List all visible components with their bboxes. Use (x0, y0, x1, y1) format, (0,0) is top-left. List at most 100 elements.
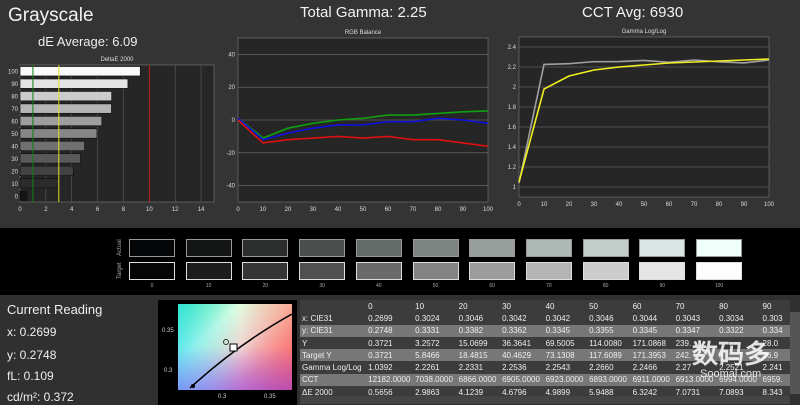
table-cell: 40.4629 (502, 350, 532, 360)
y-tick-label: 20 (228, 85, 235, 91)
table-cell: 0.3044 (632, 313, 658, 323)
table-cell: 3.2572 (415, 338, 440, 348)
column-header: 40 (545, 301, 555, 311)
swatch-label: 60 (489, 283, 495, 289)
current-reading-title: Current Reading (7, 302, 103, 317)
table-cell: 7.0893 (719, 387, 744, 396)
table-cell: 4.6796 (502, 387, 527, 396)
watermark-sub: Soomal.com (700, 368, 762, 380)
swatch-label: 50 (432, 283, 439, 289)
table-cell: 114.0080 (589, 338, 622, 348)
x-tick-label: 0 (517, 202, 521, 208)
actual-swatch (129, 239, 175, 257)
x-tick-label: 4 (70, 207, 74, 213)
x-tick-label: 50 (360, 207, 367, 213)
reading-y: y: 0.2748 (7, 348, 57, 362)
actual-swatch (412, 239, 459, 257)
y-tick-label: 40 (228, 52, 235, 58)
actual-swatch (299, 239, 346, 257)
table-cell: 0.3362 (502, 326, 527, 336)
table-cell: 4.9899 (545, 387, 571, 396)
x-tick-label: 8 (122, 207, 126, 213)
cie-tick-x: 0.35 (264, 394, 276, 400)
table-cell: 6893.0000 (589, 375, 627, 385)
cie-tick-x: 0.3 (218, 394, 227, 400)
table-cell: 6.3242 (632, 387, 658, 396)
measured-marker (223, 339, 229, 345)
table-cell: 0.3034 (719, 313, 744, 323)
table-cell: 2.2466 (632, 363, 658, 373)
table-cell: 6923.0000 (545, 375, 584, 385)
table-cell: 15.0699 (458, 338, 488, 348)
y-tick-label: 30 (11, 157, 18, 163)
y-tick-label: 1.4 (508, 145, 517, 151)
table-cell: 0.2748 (368, 326, 393, 336)
table-cell: 6905.0000 (502, 375, 540, 385)
cie-diagram: 0.35 0.3 0.3 0.35 (158, 300, 297, 405)
table-cell: 171.3953 (632, 350, 666, 360)
reading-x: x: 0.2699 (7, 325, 57, 339)
y-tick-label: -20 (226, 151, 235, 157)
y-tick-label: 1.2 (508, 165, 517, 171)
x-tick-label: 30 (310, 207, 317, 213)
target-swatch (129, 262, 175, 280)
column-header: 10 (415, 301, 425, 311)
planckian-locus (189, 313, 292, 389)
column-header: 0 (368, 301, 373, 311)
table-cell: 69.5005 (545, 338, 575, 348)
column-header (300, 300, 366, 312)
table-cell: 1.0392 (368, 363, 393, 373)
y-tick-label: 1 (513, 185, 517, 191)
table-cell: 6959. (762, 375, 783, 385)
table-cell: 6866.0000 (458, 375, 497, 385)
table-cell: 0.303 (762, 313, 783, 323)
deltae-bar (19, 190, 28, 201)
deltae-bar (19, 91, 113, 102)
table-cell: 0.3043 (675, 313, 701, 323)
table-cell: 2.2660 (589, 363, 614, 373)
y-tick-label: 70 (11, 107, 18, 113)
y-tick-label: 100 (8, 70, 19, 76)
table-row[interactable]: ΔE 2000 0.5656 2.9863 4.1239 4.6796 4.9899 5.9… (300, 386, 790, 396)
column-header: 60 (632, 301, 642, 311)
table-cell: 2.9863 (415, 387, 440, 396)
table-cell: 18.4815 (458, 350, 488, 360)
table-cell: CCT (302, 375, 319, 385)
table-cell: 0.3345 (632, 326, 658, 336)
y-tick-label: 40 (11, 144, 18, 150)
table-row[interactable]: x: CIE31 0.2699 0.3024 0.3046 0.3042 0.3042 0.… (300, 312, 790, 325)
table-header: 0 10 20 30 40 50 60 70 80 90 (300, 300, 790, 313)
vertical-scrollbar[interactable] (790, 312, 800, 394)
table-cell: 36.3641 (502, 338, 532, 348)
y-tick-label: 1.8 (508, 105, 517, 111)
x-tick-label: 6 (96, 207, 100, 213)
swatch-label: 90 (659, 283, 666, 289)
x-tick-label: 40 (616, 202, 623, 208)
x-tick-label: 80 (716, 202, 723, 208)
cie-gamut (178, 304, 292, 390)
table-cell: 6911.0000 (632, 375, 670, 385)
target-swatch (355, 262, 402, 280)
table-cell: 7.0731 (675, 387, 701, 396)
table-cell: 0.3046 (589, 313, 614, 323)
column-header: 80 (719, 301, 728, 311)
deltae-bar (19, 178, 59, 189)
x-tick-label: 30 (591, 202, 598, 208)
table-cell: 7038.0000 (415, 375, 453, 385)
y-tick-label: 80 (11, 95, 18, 101)
table-cell: 0.3042 (545, 313, 571, 323)
table-cell: 4.1239 (458, 387, 484, 396)
chart-title: Gamma Log/Log (622, 29, 667, 35)
deltae-bar (19, 165, 74, 176)
cie-tick-y: 0.35 (162, 328, 174, 334)
swatch-label: 30 (319, 283, 325, 289)
horizontal-scrollbar[interactable] (300, 396, 790, 404)
x-tick-label: 100 (483, 207, 494, 213)
swatch-band: 0 10 20 30 40 50 60 70 80 90 100 Actual Target (0, 228, 800, 295)
swatch-label: 100 (714, 283, 724, 289)
target-swatch (696, 262, 742, 280)
swatch-label: 70 (546, 283, 552, 289)
x-tick-label: 40 (335, 207, 342, 213)
y-tick-label: 10 (11, 182, 18, 188)
chart-title: RGB Balance (345, 30, 382, 36)
